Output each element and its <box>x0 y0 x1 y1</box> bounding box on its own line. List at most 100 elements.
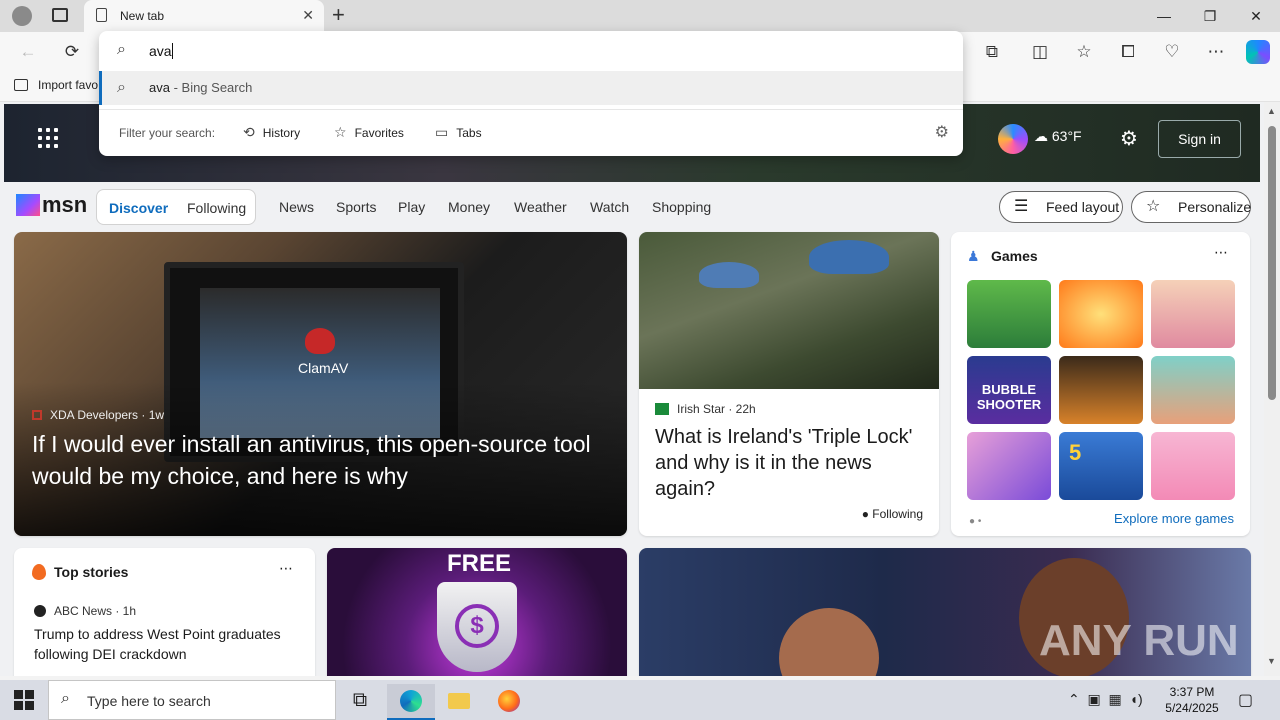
tab-following[interactable]: Following <box>187 200 246 216</box>
page-scrollbar[interactable]: ▲ ▼ <box>1264 102 1280 676</box>
nav-watch[interactable]: Watch <box>590 199 629 215</box>
performance-icon[interactable]: ♡ <box>1160 40 1184 64</box>
new-tab-icon[interactable]: + <box>332 2 345 28</box>
copilot-badge-icon[interactable] <box>998 124 1028 154</box>
game-tile[interactable] <box>1151 356 1235 424</box>
game-tile[interactable] <box>967 280 1051 348</box>
game-tile[interactable] <box>967 432 1051 500</box>
game-tile-bubble-shooter[interactable]: BUBBLE SHOOTER <box>967 356 1051 424</box>
search-settings-icon[interactable]: ⚙ <box>935 122 949 142</box>
article-headline[interactable]: What is Ireland's 'Triple Lock' and why … <box>655 424 927 502</box>
tab-actions-icon[interactable] <box>52 8 68 22</box>
windows-start-icon[interactable] <box>14 690 34 710</box>
games-card: ♟ Games ⋯ BUBBLE SHOOTER 5 ● • Explore m… <box>951 232 1250 536</box>
star-icon: ☆ <box>334 124 347 140</box>
filter-tabs-label: Tabs <box>456 126 482 140</box>
favorites-icon[interactable]: ☆ <box>1072 40 1096 64</box>
scroll-up-icon[interactable]: ▲ <box>1267 106 1276 116</box>
refresh-icon[interactable]: ⟳ <box>60 40 84 64</box>
scroll-thumb[interactable] <box>1268 126 1276 400</box>
feed-layout-label: Feed layout <box>1046 199 1120 215</box>
volume-icon[interactable]: ◖) <box>1130 691 1143 707</box>
minimize-icon[interactable]: — <box>1144 4 1184 28</box>
taskbar-search[interactable]: ⌕ Type here to search <box>48 680 336 720</box>
more-options-icon[interactable]: ⋯ <box>1214 244 1228 261</box>
nav-shopping[interactable]: Shopping <box>652 199 711 215</box>
nav-weather[interactable]: Weather <box>514 199 567 215</box>
address-input[interactable]: ava <box>149 43 173 59</box>
beret-shape <box>809 240 889 274</box>
copilot-icon[interactable] <box>1246 40 1270 64</box>
source-text: Irish Star · 22h <box>677 402 756 416</box>
game-tile[interactable] <box>1059 356 1143 424</box>
carousel-dots[interactable]: ● • <box>969 516 981 527</box>
page-icon <box>96 8 107 22</box>
split-screen-icon[interactable]: ◫ <box>1028 40 1052 64</box>
more-options-icon[interactable]: ⋯ <box>279 560 293 577</box>
profile-icon[interactable] <box>12 6 32 26</box>
clock[interactable]: 3:37 PM 5/24/2025 <box>1160 684 1224 716</box>
suggestion-item[interactable]: ⌕ ava - Bing Search <box>99 71 963 105</box>
top-stories-title: Top stories <box>54 564 129 580</box>
filter-history[interactable]: ⟲ History <box>243 124 300 141</box>
more-menu-icon[interactable]: ⋯ <box>1204 40 1228 64</box>
source-text: XDA Developers · 1w <box>50 408 165 422</box>
collections-icon[interactable]: ⧠ <box>1116 40 1140 64</box>
article-headline[interactable]: Trump to address West Point graduates fo… <box>34 624 299 664</box>
extensions-icon[interactable]: ⧉ <box>980 40 1004 64</box>
sign-in-button[interactable]: Sign in <box>1158 120 1241 158</box>
close-window-icon[interactable]: ✕ <box>1236 4 1276 28</box>
source-text: ABC News · 1h <box>54 604 137 618</box>
search-filter-bar: Filter your search: ⟲ History ☆ Favorites … <box>99 109 963 155</box>
game-tile[interactable] <box>1151 432 1235 500</box>
show-image-card[interactable]: ANY RUN <box>639 548 1251 676</box>
filter-tabs[interactable]: ▭ Tabs <box>435 124 482 141</box>
back-icon[interactable]: ← <box>16 40 40 64</box>
nav-money[interactable]: Money <box>448 199 490 215</box>
msn-logo[interactable]: msn <box>16 192 87 218</box>
restore-icon[interactable]: ❐ <box>1190 4 1230 28</box>
import-icon <box>14 79 28 91</box>
tabs-icon: ▭ <box>435 124 449 140</box>
scroll-down-icon[interactable]: ▼ <box>1267 656 1276 666</box>
source-icon <box>32 410 42 420</box>
game-tile[interactable] <box>1151 280 1235 348</box>
following-badge[interactable]: ● Following <box>862 507 923 521</box>
filter-favorites-label: Favorites <box>354 126 404 140</box>
feed-layout-button[interactable]: ☰ Feed layout <box>999 191 1123 223</box>
device-icon[interactable]: ▣ <box>1088 691 1101 707</box>
search-icon: ⌕ <box>61 690 70 707</box>
edge-app-icon[interactable] <box>387 684 435 720</box>
tab-discover[interactable]: Discover <box>109 200 168 216</box>
explore-more-games-link[interactable]: Explore more games <box>1114 511 1234 526</box>
nav-play[interactable]: Play <box>398 199 425 215</box>
game-tile-five[interactable]: 5 <box>1059 432 1143 500</box>
network-icon[interactable]: ▦ <box>1109 691 1122 707</box>
ad-card[interactable]: FREE $ <box>327 548 627 676</box>
personalize-button[interactable]: ☆ Personalize <box>1131 191 1251 223</box>
firefox-icon[interactable] <box>485 684 533 720</box>
settings-gear-icon[interactable]: ⚙ <box>1120 126 1138 151</box>
file-explorer-icon[interactable] <box>435 684 483 720</box>
game-tile[interactable] <box>1059 280 1143 348</box>
nav-sports[interactable]: Sports <box>336 199 376 215</box>
irish-star-card[interactable]: Irish Star · 22h What is Ireland's 'Trip… <box>639 232 939 536</box>
tab-title: New tab <box>120 9 165 23</box>
chevron-up-icon[interactable]: ⌃ <box>1068 691 1080 707</box>
apps-launcher-icon[interactable] <box>38 128 62 152</box>
notifications-icon[interactable]: ▢ <box>1238 690 1253 710</box>
nav-news[interactable]: News <box>279 199 314 215</box>
person-shape <box>779 608 879 676</box>
hero-article-card[interactable]: ClamAV XDA Developers · 1w If I would ev… <box>14 232 627 536</box>
filter-favorites[interactable]: ☆ Favorites <box>334 124 404 141</box>
article-headline[interactable]: If I would ever install an antivirus, th… <box>32 428 612 492</box>
system-tray[interactable]: ⌃ ▣ ▦ ◖) <box>1068 691 1143 708</box>
tab-new-tab[interactable]: New tab ✕ <box>84 0 324 32</box>
import-favorites-link[interactable]: Import favo <box>38 78 98 92</box>
task-view-icon[interactable]: ⧉ <box>336 684 384 720</box>
close-tab-icon[interactable]: ✕ <box>302 7 314 24</box>
weather-widget[interactable]: ☁ 63°F <box>1034 128 1082 145</box>
suggestion-query: ava <box>149 80 170 95</box>
games-title: Games <box>991 248 1038 264</box>
search-icon: ⌕ <box>117 79 126 96</box>
